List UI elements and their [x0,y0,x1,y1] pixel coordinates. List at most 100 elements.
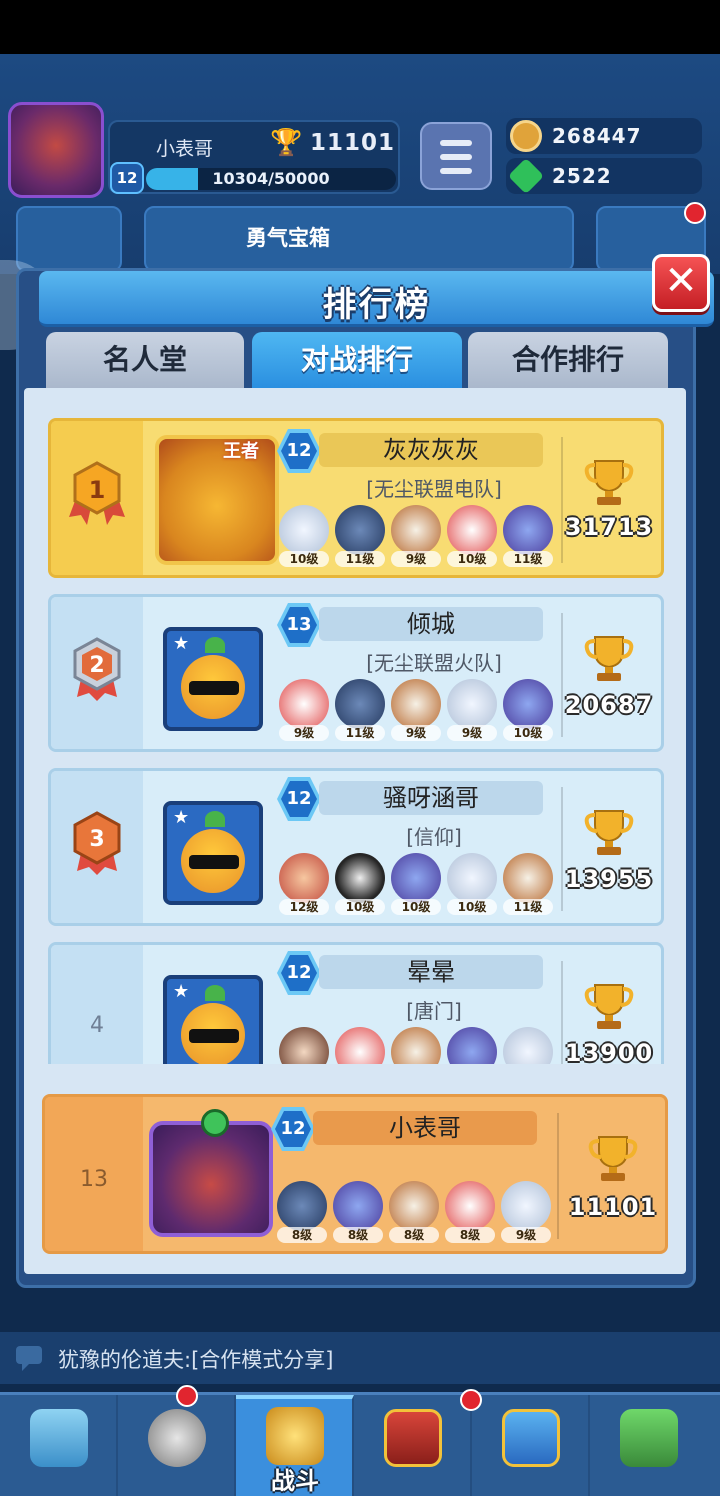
player-name: 骚呀涵哥 [319,781,543,815]
status-bar [0,0,720,54]
ranking-row-1[interactable]: 1 王者 12 灰灰灰灰 [无尘联盟电队] 10级 11级 9级 10级 11级… [48,418,664,578]
rank-column: 4 [51,945,143,1064]
hero-lineup: 12级 10级 10级 10级 11级 [279,853,579,917]
crossed-swords-icon [266,1407,324,1465]
tab-hall-of-fame[interactable]: 名人堂 [46,332,244,388]
king-badge: 王者 [223,441,259,462]
gold-medal-icon: 1 [69,461,125,525]
king-avatar-frame: 王者 [155,435,279,565]
chat-icon [16,1346,42,1371]
level-badge: 12 [277,951,321,995]
hero-ghost: 9级 [501,1181,551,1243]
xp-bar: 10304/50000 [146,168,396,190]
eye-gem-icon [201,1109,229,1137]
player-avatar: ★ [163,627,263,731]
hero-police: 11级 [335,505,385,567]
hero-lineup: 10级 11级 9级 10级 11级 [279,505,579,569]
hero-clown: 9级 [279,679,329,741]
nav-battle-label: 战斗 [271,1467,319,1495]
hero-girl [279,1027,329,1064]
nav-heroes-badge [176,1385,198,1407]
player-avatar[interactable] [8,102,104,198]
bronze-medal-icon: 3 [73,811,121,875]
hero-chef: 9级 [391,679,441,741]
player-name: 小表哥 [156,138,214,160]
nav-social[interactable] [472,1395,590,1496]
xp-text: 10304/50000 [212,169,330,188]
hero-clown: 8级 [445,1181,495,1243]
trophy-icon [584,636,634,681]
nav-garden[interactable] [590,1395,708,1496]
svg-text:2: 2 [89,653,104,678]
player-level-badge: 12 [110,162,144,194]
guild-name: [信仰] [406,825,462,849]
nav-heroes[interactable] [118,1395,236,1496]
svg-text:1: 1 [89,476,106,504]
svg-text:3: 3 [89,827,104,852]
bottom-nav: 战斗 [0,1385,720,1496]
hero-ghost: 9级 [447,679,497,741]
nav-clan[interactable] [354,1395,472,1496]
level-badge: 13 [277,603,321,647]
star-icon: ★ [173,807,190,828]
rank-number: 13 [80,1167,108,1192]
rank-column: 13 [45,1097,143,1251]
ranking-row-4[interactable]: 4 ★ 12 晕晕 [唐门] 13900 [48,942,664,1064]
hero-chef: 9级 [391,505,441,567]
gem-counter[interactable]: 2522 [506,157,702,195]
level-badge: 12 [277,429,321,473]
player-name: 晕晕 [319,955,543,989]
trophy-icon [584,810,634,855]
gold-amount: 268447 [552,124,642,148]
hero-wizard: 8级 [333,1181,383,1243]
hero-wizard [447,1027,497,1064]
hero-police: 8级 [277,1181,327,1243]
chat-ticker[interactable]: 犹豫的伦道夫:[合作模式分享] [0,1332,720,1384]
menu-icon [440,140,472,146]
treasure-chest-icon [30,1409,88,1467]
star-icon: ★ [173,981,190,1002]
level-badge: 12 [277,777,321,821]
ranking-row-3[interactable]: 3 ★ 12 骚呀涵哥 [信仰] 12级 10级 10级 10级 11级 139… [48,768,664,926]
hero-monkey: 12级 [279,853,329,915]
ranking-row-2[interactable]: 2 ★ 13 倾城 [无尘联盟火队] 9级 11级 9级 9级 10级 2068… [48,594,664,752]
close-button[interactable]: ✕ [652,254,710,312]
trophy-icon [584,984,634,1029]
nav-treasure[interactable] [0,1395,118,1496]
chat-message: 犹豫的伦道夫:[合作模式分享] [58,1348,334,1372]
trophy-icon [588,1136,638,1181]
hero-chef: 8级 [389,1181,439,1243]
rank-number: 4 [90,1013,104,1038]
rank-column: 3 [51,771,143,923]
daily-task-button[interactable] [16,206,122,272]
hero-ghost: 10级 [279,505,329,567]
menu-button[interactable] [420,122,492,190]
hero-hooded: 10级 [335,853,385,915]
tab-coop-ranking[interactable]: 合作排行 [468,332,668,388]
score-column: 13900 [557,945,661,1064]
chest-card[interactable]: 勇气宝箱 [144,206,574,272]
gem-amount: 2522 [552,164,612,188]
guild-name: [无尘联盟火队] [366,651,502,675]
trophy-icon: 🏆 [270,128,303,158]
trophy-count: 13955 [564,865,654,893]
level-badge: 12 [271,1107,315,1151]
my-ranking-row[interactable]: 13 12 小表哥 8级 8级 8级 8级 9级 11101 [42,1094,668,1254]
game-hud: 小表哥 🏆 11101 12 10304/50000 268447 2522 勇… [0,54,720,274]
player-info[interactable]: 小表哥 🏆 11101 12 10304/50000 [108,120,400,194]
trophy-count: 31713 [564,513,654,541]
tab-battle-ranking[interactable]: 对战排行 [252,332,462,388]
hero-lineup [279,1027,579,1064]
gold-coin-icon [510,120,542,152]
hero-wizard: 11级 [503,505,553,567]
hero-clown: 10级 [447,505,497,567]
nav-battle[interactable]: 战斗 [236,1395,354,1496]
friends-icon [502,1409,560,1467]
gold-counter[interactable]: 268447 [506,118,702,154]
trophy-count: 20687 [564,691,654,719]
player-name: 灰灰灰灰 [319,433,543,467]
hero-clown [335,1027,385,1064]
hero-police: 11级 [335,679,385,741]
hero-chef: 11级 [503,853,553,915]
gem-icon [507,157,545,195]
